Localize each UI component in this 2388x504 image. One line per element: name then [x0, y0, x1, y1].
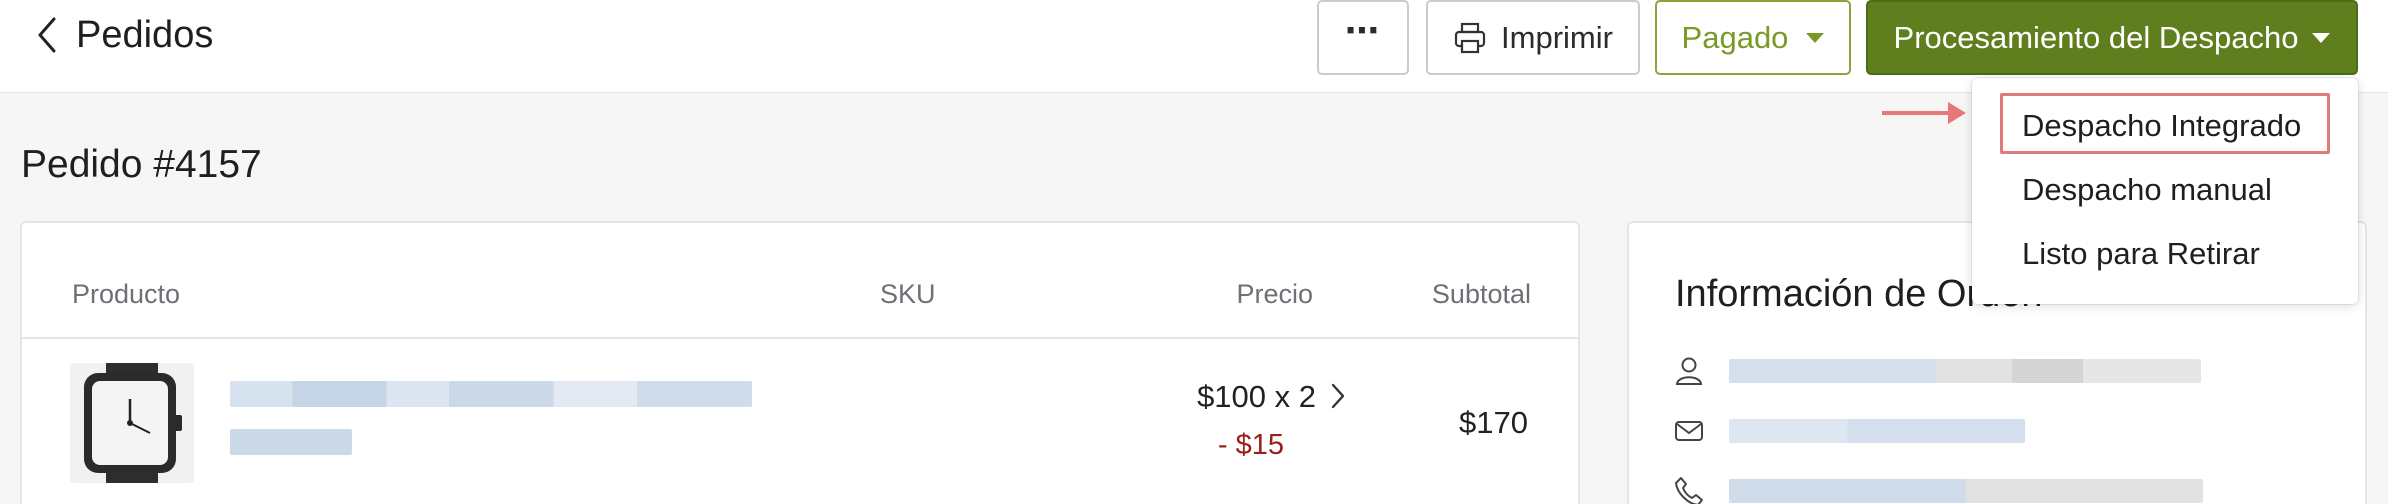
order-title: Pedido #4157 — [21, 143, 262, 186]
products-card: Producto SKU Precio Subtotal $100 x 2 - … — [20, 221, 1580, 504]
phone-icon — [1675, 477, 1703, 504]
payment-status-label: Pagado — [1681, 19, 1789, 55]
customer-phone-row — [1673, 473, 2203, 504]
back-link[interactable]: Pedidos — [36, 14, 213, 56]
customer-name-row — [1673, 353, 2201, 389]
user-icon — [1675, 357, 1703, 385]
print-button[interactable]: Imprimir — [1426, 0, 1640, 75]
chevron-left-icon — [38, 17, 56, 53]
customer-phone-redacted — [1729, 479, 2203, 503]
menu-item-ready-for-pickup[interactable]: Listo para Retirar — [2022, 236, 2260, 272]
caret-down-icon — [1806, 32, 1825, 43]
menu-item-manual-dispatch[interactable]: Despacho manual — [2022, 172, 2272, 208]
chevron-right-icon[interactable] — [1330, 381, 1346, 411]
caret-down-icon — [2312, 32, 2331, 43]
fulfillment-label: Procesamiento del Despacho — [1893, 19, 2299, 55]
payment-status-button[interactable]: Pagado — [1655, 0, 1851, 75]
table-row: $100 x 2 - $15 $170 — [22, 339, 1578, 504]
product-name-redacted — [230, 381, 752, 407]
column-header-subtotal: Subtotal — [1431, 279, 1531, 309]
column-header-product: Producto — [72, 279, 181, 309]
customer-email-redacted — [1729, 419, 2025, 443]
annotation-arrow-head — [1948, 102, 1966, 124]
row-subtotal: $170 — [1459, 405, 1528, 440]
more-icon: ⋯ — [1345, 11, 1381, 50]
column-header-price: Precio — [1236, 279, 1313, 309]
annotation-arrow — [1882, 111, 1952, 115]
unit-price: $100 x 2 — [1197, 379, 1316, 414]
customer-name-redacted — [1729, 359, 2201, 383]
watch-icon — [84, 363, 182, 483]
menu-item-integrated-dispatch[interactable]: Despacho Integrado — [2022, 108, 2301, 144]
product-variant-redacted — [230, 429, 352, 455]
print-label: Imprimir — [1501, 19, 1613, 55]
column-header-sku: SKU — [880, 279, 936, 309]
customer-email-row — [1673, 413, 2025, 449]
mail-icon — [1675, 421, 1703, 441]
product-image[interactable] — [70, 363, 194, 483]
fulfillment-button[interactable]: Procesamiento del Despacho — [1866, 0, 2358, 75]
back-label: Pedidos — [76, 13, 214, 56]
discount-amount: - $15 — [1217, 429, 1284, 461]
fulfillment-dropdown-menu: Despacho Integrado Despacho manual Listo… — [1972, 78, 2358, 304]
printer-icon — [1454, 22, 1486, 53]
more-actions-button[interactable]: ⋯ — [1317, 0, 1409, 75]
table-header: Producto SKU Precio Subtotal — [22, 223, 1578, 339]
